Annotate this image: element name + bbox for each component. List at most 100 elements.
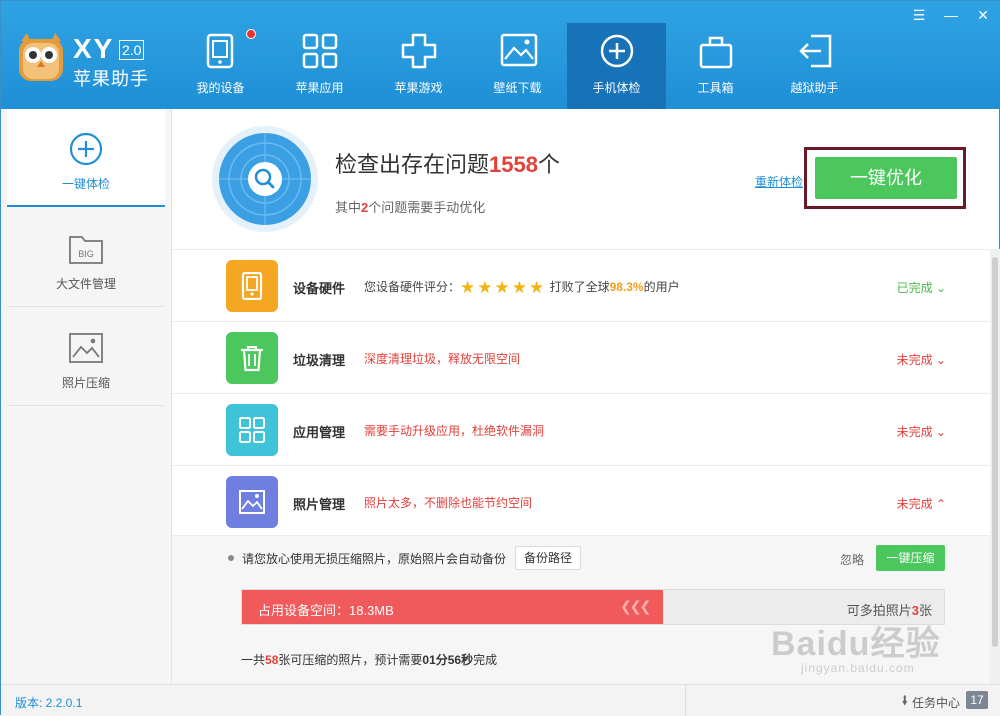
gamepad-icon bbox=[401, 33, 437, 69]
compress-tip: 请您放心使用无损压缩照片，原始照片会自动备份 bbox=[242, 552, 507, 566]
sidebar-item-label: 大文件管理 bbox=[55, 277, 116, 291]
trash-icon bbox=[241, 346, 263, 372]
summary-suffix: 完成 bbox=[473, 653, 498, 667]
nav-label: 手机体检 bbox=[592, 81, 641, 95]
score-mid: 打败了全球 bbox=[549, 280, 610, 294]
storage-usage-fill: 占用设备空间：18.3MB ❮❮❮ bbox=[242, 590, 664, 624]
checkup-result-title: 检查出存在问题1558个 bbox=[335, 147, 560, 179]
nav-phone-checkup[interactable]: 手机体检 bbox=[567, 23, 666, 109]
svg-text:BIG: BIG bbox=[78, 249, 94, 259]
watermark-sub: jingyan.baidu.com bbox=[801, 661, 915, 675]
window-controls: ☰ — ✕ bbox=[905, 5, 997, 25]
task-center-link[interactable]: 任务中心 bbox=[912, 694, 960, 711]
backup-path-button[interactable]: 备份路径 bbox=[515, 546, 582, 570]
problem-count: 1558 bbox=[489, 152, 538, 177]
plus-circle-icon bbox=[69, 132, 103, 166]
nav-label: 工具箱 bbox=[697, 81, 734, 95]
item-name: 设备硬件 bbox=[293, 281, 346, 296]
status-text: 未完成 bbox=[896, 353, 933, 367]
menu-icon[interactable]: ☰ bbox=[905, 5, 933, 25]
list-item-hardware[interactable]: 设备硬件 您设备硬件评分：★★★★★ 打败了全球98.3%的用户 已完成 ⌄ bbox=[172, 249, 990, 321]
grid-apps-icon bbox=[302, 33, 338, 69]
notification-dot bbox=[246, 29, 256, 39]
item-status-pending[interactable]: 未完成 ⌄ bbox=[897, 351, 946, 368]
item-name: 应用管理 bbox=[293, 425, 346, 440]
sub-prefix: 其中 bbox=[335, 200, 362, 215]
sidebar-item-label: 一键体检 bbox=[61, 177, 110, 191]
toolbox-icon bbox=[699, 36, 733, 69]
item-status-done[interactable]: 已完成 ⌄ bbox=[897, 279, 946, 296]
summary-mid: 张可压缩的照片，预计需要 bbox=[278, 653, 423, 667]
minimize-icon[interactable]: — bbox=[937, 5, 965, 25]
version-label: 版本: 2.2.0.1 bbox=[15, 696, 83, 710]
app-icon-box bbox=[226, 404, 278, 456]
owl-logo-icon bbox=[19, 33, 63, 81]
photo-icon-box bbox=[226, 476, 278, 528]
sidebar-item-photo-compress[interactable]: 照片压缩 bbox=[7, 308, 165, 406]
tablet-icon bbox=[241, 272, 263, 300]
brand-version: 2.0 bbox=[119, 40, 145, 60]
status-text: 已完成 bbox=[896, 281, 933, 295]
watermark-main: Baidu经验 bbox=[771, 625, 941, 663]
list-item-app-manage[interactable]: 应用管理 需要手动升级应用，杜绝软件漏洞 未完成 ⌄ bbox=[172, 393, 990, 465]
list-item-junk-clean[interactable]: 垃圾清理 深度清理垃圾，释放无限空间 未完成 ⌄ bbox=[172, 321, 990, 393]
chevron-down-icon: ⌄ bbox=[935, 353, 946, 367]
scan-magnifier-icon bbox=[212, 126, 318, 232]
photo-icon bbox=[239, 490, 265, 514]
star-rating: ★★★★★ bbox=[460, 278, 547, 297]
scroll-thumb[interactable] bbox=[992, 257, 998, 647]
checkup-result-subtitle: 其中2个问题需要手动优化 bbox=[335, 197, 485, 216]
rescan-link[interactable]: 重新体检 bbox=[755, 173, 803, 190]
nav-jailbreak[interactable]: 越狱助手 bbox=[765, 23, 864, 109]
chevron-left-icon: ❮❮❮ bbox=[619, 598, 651, 614]
close-icon[interactable]: ✕ bbox=[969, 5, 997, 25]
optimize-highlight-box: 一键优化 bbox=[804, 147, 966, 209]
photo-count: 58 bbox=[265, 653, 279, 667]
status-footer: 版本: 2.2.0.1 🠛 任务中心 17 bbox=[1, 684, 1000, 716]
nav-apple-games[interactable]: 苹果游戏 bbox=[369, 23, 468, 109]
list-item-photo-manage[interactable]: 照片管理 照片太多，不删除也能节约空间 未完成 ⌃ bbox=[172, 465, 990, 537]
chevron-down-icon: ⌄ bbox=[935, 425, 946, 439]
sub-suffix: 个问题需要手动优化 bbox=[368, 200, 486, 215]
task-count-badge: 17 bbox=[966, 691, 988, 709]
score-suffix: 的用户 bbox=[643, 280, 680, 294]
beat-percent: 98.3% bbox=[609, 280, 644, 294]
one-click-compress-button[interactable]: 一键压缩 bbox=[876, 545, 945, 571]
brand-xy: XY bbox=[73, 33, 115, 64]
item-description: 深度清理垃圾，释放无限空间 bbox=[364, 352, 521, 366]
exit-arrow-icon bbox=[799, 34, 832, 68]
sidebar-item-label: 照片压缩 bbox=[61, 376, 110, 390]
item-name: 照片管理 bbox=[293, 497, 346, 512]
sidebar-item-checkup[interactable]: 一键体检 bbox=[7, 109, 165, 207]
title-suffix: 个 bbox=[537, 152, 560, 177]
nav-toolbox[interactable]: 工具箱 bbox=[666, 23, 765, 109]
nav-my-device[interactable]: 我的设备 bbox=[171, 23, 270, 109]
status-text: 未完成 bbox=[896, 425, 933, 439]
status-text: 未完成 bbox=[896, 497, 933, 511]
junk-icon-box bbox=[226, 332, 278, 384]
chevron-down-icon: ⌄ bbox=[935, 281, 946, 295]
vertical-scrollbar[interactable] bbox=[990, 249, 1000, 684]
item-status-pending[interactable]: 未完成 ⌄ bbox=[897, 423, 946, 440]
nav-wallpaper[interactable]: 壁纸下载 bbox=[468, 23, 567, 109]
sidebar-item-big-files[interactable]: BIG 大文件管理 bbox=[7, 209, 165, 307]
nav-label: 我的设备 bbox=[196, 81, 245, 95]
main-nav: 我的设备 苹果应用 苹果游戏 壁纸下载 手机体检 工具箱 越狱助手 bbox=[171, 23, 864, 109]
nav-apple-apps[interactable]: 苹果应用 bbox=[270, 23, 369, 109]
image-icon bbox=[500, 33, 538, 67]
grid-apps-icon bbox=[239, 417, 265, 443]
item-name: 垃圾清理 bbox=[293, 353, 346, 368]
chevron-up-icon: ⌃ bbox=[935, 497, 946, 511]
title-prefix: 检查出存在问题 bbox=[335, 152, 490, 177]
storage-usage-label: 占用设备空间：18.3MB bbox=[258, 603, 394, 618]
big-file-icon: BIG bbox=[69, 236, 103, 264]
photo-icon bbox=[69, 333, 103, 363]
item-description: 您设备硬件评分：★★★★★ 打败了全球98.3%的用户 bbox=[364, 278, 680, 298]
ignore-link[interactable]: 忽略 bbox=[840, 551, 864, 568]
estimated-time: 01分56秒 bbox=[422, 653, 474, 667]
summary-prefix: 一共 bbox=[241, 653, 266, 667]
one-click-optimize-button[interactable]: 一键优化 bbox=[815, 157, 957, 199]
item-status-pending[interactable]: 未完成 ⌃ bbox=[897, 495, 946, 512]
sidebar: 一键体检 BIG 大文件管理 照片压缩 bbox=[1, 109, 172, 684]
tablet-icon bbox=[206, 33, 234, 69]
